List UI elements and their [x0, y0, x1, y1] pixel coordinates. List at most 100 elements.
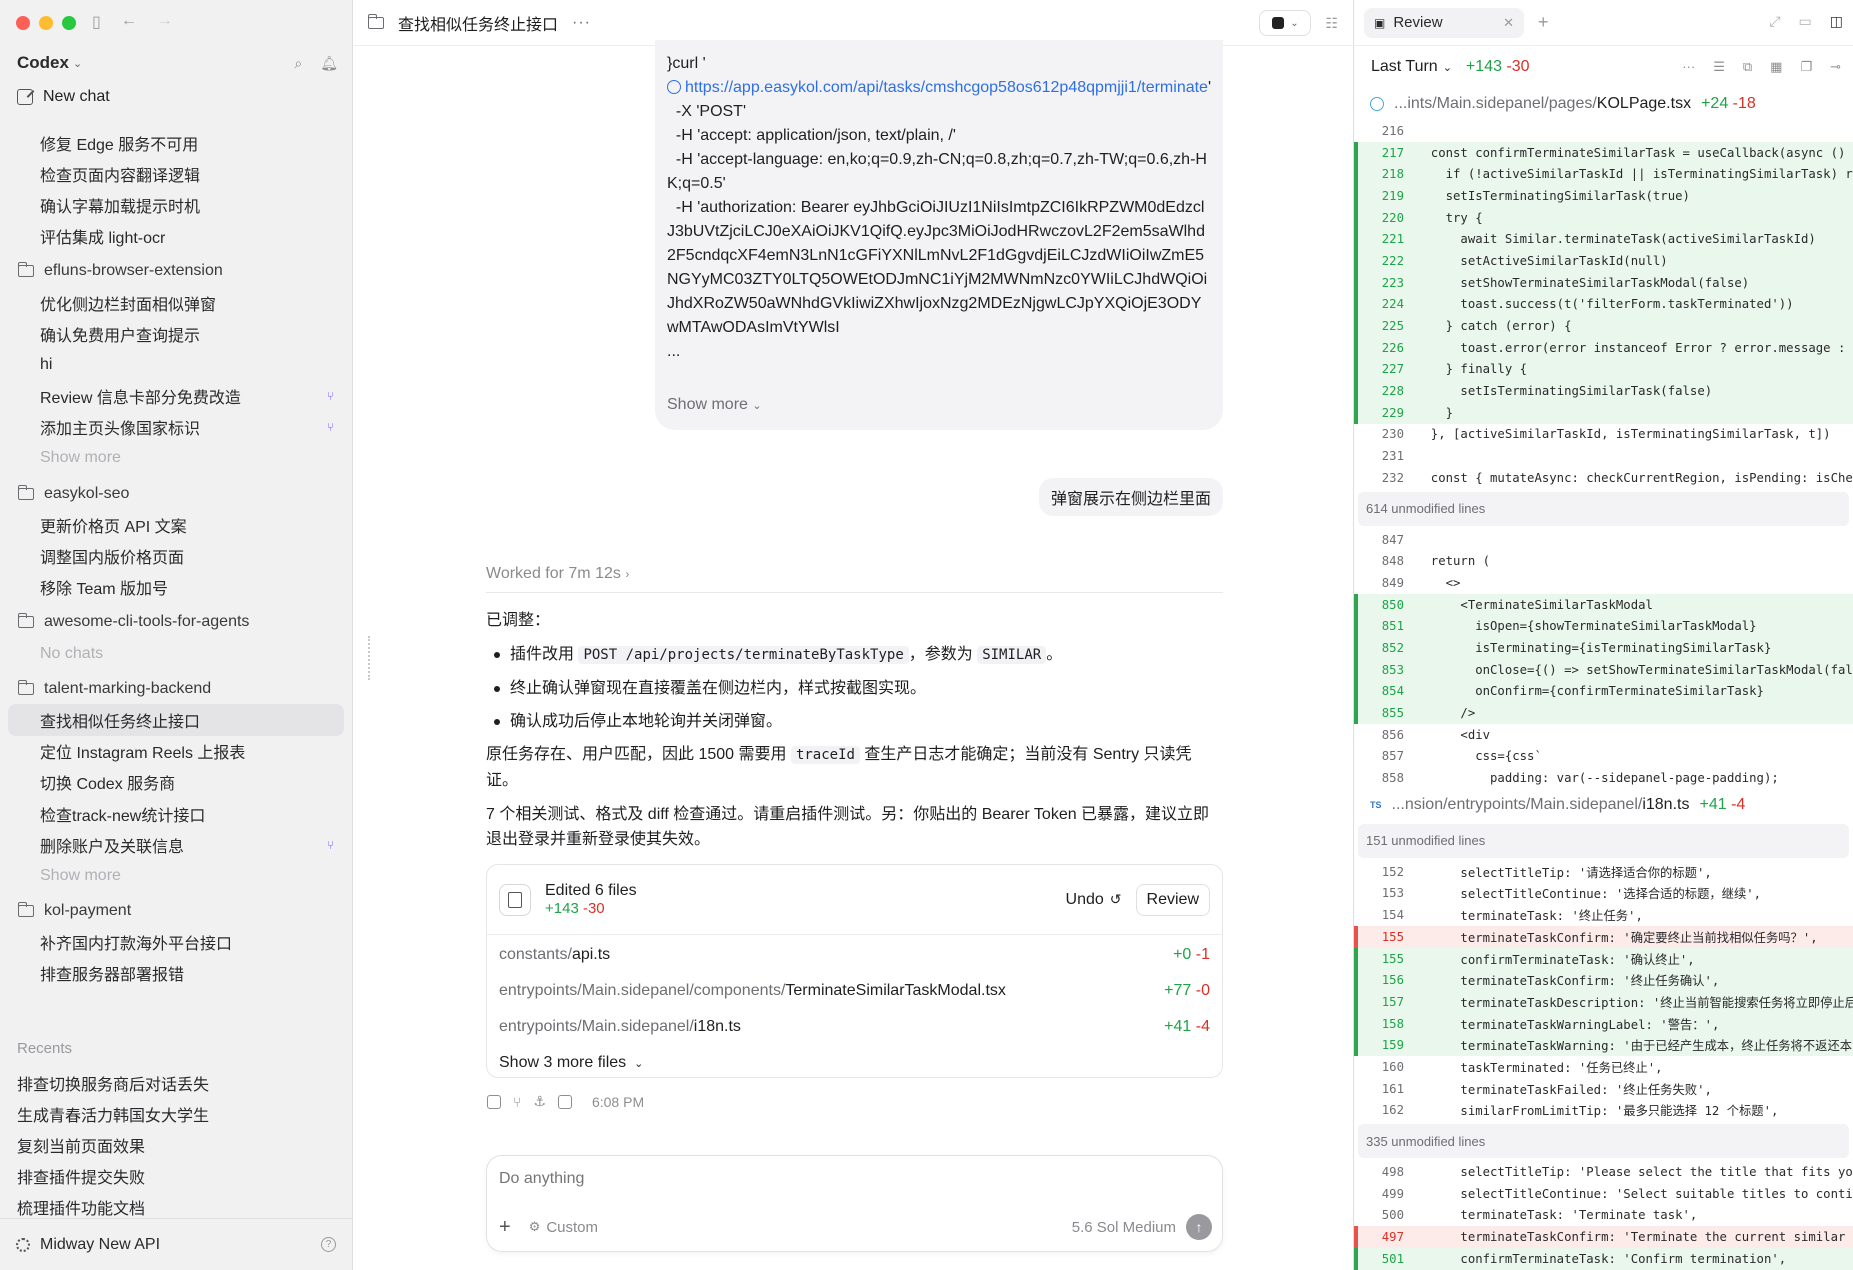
terminal-icon[interactable]: ▭	[1799, 13, 1812, 30]
thread-item[interactable]: 查找相似任务终止接口	[8, 704, 344, 736]
thread-item[interactable]: 确认免费用户查询提示	[8, 318, 344, 349]
minimize-window-button[interactable]	[39, 16, 53, 30]
app-title[interactable]: Codex	[17, 53, 69, 73]
lines-added: +24	[1701, 95, 1729, 112]
thread-item[interactable]: 检查track-new统计接口	[8, 798, 344, 829]
api-link[interactable]: https://app.easykol.com/api/tasks/cmshcg…	[685, 79, 1208, 96]
thread-item[interactable]: 评估集成 light-ocr	[8, 221, 344, 252]
worked-for-toggle[interactable]: Worked for 7m 12s ›	[486, 565, 629, 583]
project-folder[interactable]: kol-payment	[8, 896, 344, 927]
show-more-button[interactable]: Show more ⌄	[667, 393, 762, 418]
file-stats: +0 -1	[1173, 946, 1210, 964]
diff-line: 217 const confirmTerminateSimilarTask = …	[1354, 141, 1853, 164]
recent-item[interactable]: 复刻当前页面效果	[8, 1129, 344, 1160]
copy-icon[interactable]: ❐	[1800, 59, 1812, 75]
thread-label: 查找相似任务终止接口	[40, 713, 201, 731]
edited-file-row[interactable]: entrypoints/Main.sidepanel/components/Te…	[487, 973, 1222, 1009]
thread-label: 更新价格页 API 文案	[40, 518, 187, 536]
anchor-icon[interactable]: ⚓︎	[533, 1093, 546, 1110]
code-text: confirmTerminateTask: '确认终止',	[1416, 952, 1695, 967]
sidebar-toggle-icon[interactable]: ▯	[92, 12, 101, 32]
project-folder[interactable]: efluns-browser-extension	[8, 256, 344, 287]
more-options-icon[interactable]: ···	[572, 14, 591, 32]
line-number: 155	[1381, 929, 1404, 944]
thread-item[interactable]: 检查页面内容翻译逻辑	[8, 158, 344, 189]
line-number: 217	[1381, 145, 1404, 160]
project-name: efluns-browser-extension	[44, 262, 223, 280]
unmodified-lines-expander[interactable]: 335 unmodified lines	[1358, 1124, 1849, 1159]
open-in-app-button[interactable]: ⌄	[1259, 10, 1312, 36]
edited-file-row[interactable]: constants/api.ts +0 -1	[487, 937, 1222, 973]
thread-item[interactable]: 更新价格页 API 文案	[8, 509, 344, 540]
lines-added: +77	[1164, 982, 1192, 999]
close-window-button[interactable]	[16, 16, 30, 30]
diff-file-header[interactable]: TS ...nsion/entrypoints/Main.sidepanel/i…	[1354, 789, 1853, 821]
undo-button[interactable]: Undo ↺	[1066, 891, 1122, 909]
edited-file-row[interactable]: entrypoints/Main.sidepanel/i18n.ts +41 -4	[487, 1009, 1222, 1045]
bell-icon[interactable]: 🔔︎	[320, 55, 338, 72]
show-more-button[interactable]: Show more	[8, 443, 344, 474]
review-button[interactable]: Review	[1135, 883, 1210, 916]
thread-item[interactable]: 优化侧边栏封面相似弹窗	[8, 287, 344, 318]
add-tab-icon[interactable]: +	[1538, 12, 1549, 33]
search-icon[interactable]: ⌕	[294, 55, 302, 72]
close-icon[interactable]: ✕	[1503, 15, 1514, 31]
thread-item[interactable]: 补齐国内打款海外平台接口	[8, 927, 344, 958]
diff-file-header[interactable]: ...ints/Main.sidepanel/pages/KOLPage.tsx…	[1354, 88, 1853, 120]
recent-item[interactable]: 排查切换服务商后对话丢失	[8, 1067, 344, 1098]
forward-arrow-icon[interactable]: →	[157, 12, 173, 32]
diff-icon[interactable]	[557, 1094, 572, 1109]
split-panel-icon[interactable]: ◫	[1830, 13, 1843, 30]
unmodified-lines-expander[interactable]: 614 unmodified lines	[1358, 491, 1849, 526]
fork-icon[interactable]: ⑂	[513, 1094, 521, 1110]
line-number: 153	[1381, 886, 1404, 901]
thread-item[interactable]: 排查服务器部署报错	[8, 958, 344, 989]
toggle-panel-icon[interactable]: ☷	[1325, 15, 1338, 32]
prompt-input[interactable]	[499, 1170, 1099, 1188]
project-folder[interactable]: easykol-seo	[8, 478, 344, 509]
list-view-icon[interactable]: ☰	[1713, 59, 1725, 75]
thread-item[interactable]: 调整国内版价格页面	[8, 540, 344, 571]
expand-icon[interactable]: ⤢	[1769, 13, 1780, 30]
send-button[interactable]: ↑	[1186, 1214, 1212, 1240]
code-text: terminateTaskConfirm: 'Terminate the cur…	[1416, 1230, 1846, 1245]
thread-item[interactable]: 添加主页头像国家标识 ⑂	[8, 412, 344, 443]
project-folder[interactable]: talent-marking-backend	[8, 673, 344, 704]
help-icon[interactable]: ?	[321, 1237, 336, 1252]
back-arrow-icon[interactable]: ←	[121, 12, 137, 32]
more-options-icon[interactable]: ···	[1682, 59, 1695, 75]
image-icon[interactable]: ▦	[1770, 59, 1782, 75]
account-footer[interactable]: Midway New API ?	[0, 1218, 352, 1270]
thread-item[interactable]: 确认字幕加载提示时机	[8, 189, 344, 220]
file-dir: constants/	[499, 946, 572, 963]
thread-item[interactable]: 移除 Team 版加号	[8, 572, 344, 603]
thread-item[interactable]: 修复 Edge 服务不可用	[8, 127, 344, 158]
commit-icon[interactable]: ⊸	[1830, 59, 1841, 75]
model-selector[interactable]: 5.6 Sol Medium	[1072, 1219, 1176, 1236]
project-folder[interactable]: awesome-cli-tools-for-agents	[8, 607, 344, 638]
zoom-window-button[interactable]	[62, 16, 76, 30]
show-more-button[interactable]: Show more	[8, 860, 344, 891]
lines-removed: -4	[1195, 1018, 1210, 1035]
unmodified-lines-expander[interactable]: 151 unmodified lines	[1358, 823, 1849, 858]
turn-selector[interactable]: Last Turn ⌄	[1371, 58, 1452, 76]
file-stats: +41 -4	[1164, 1018, 1210, 1036]
copy-icon[interactable]	[487, 1094, 501, 1109]
recent-item[interactable]: 生成青春活力韩国女大学生	[8, 1098, 344, 1129]
add-attachment-button[interactable]: +	[499, 1216, 511, 1239]
tab-review[interactable]: ▣ Review ✕	[1364, 7, 1524, 38]
line-number: 497	[1381, 1230, 1404, 1245]
thread-item[interactable]: hi	[8, 349, 344, 380]
thread-item[interactable]: 切换 Codex 服务商	[8, 767, 344, 798]
thread-item[interactable]: 删除账户及关联信息 ⑂	[8, 829, 344, 860]
thread-item[interactable]: 定位 Instagram Reels 上报表	[8, 736, 344, 767]
thread-item[interactable]: Review 信息卡部分免费改造 ⑂	[8, 381, 344, 412]
permission-mode-selector[interactable]: ⚙︎ Custom	[529, 1219, 598, 1236]
new-chat-button[interactable]: New chat	[17, 88, 110, 106]
open-file-icon[interactable]: ⧉	[1743, 59, 1752, 75]
recent-item[interactable]: 排查插件提交失败	[8, 1161, 344, 1192]
folder-icon	[17, 613, 34, 629]
resize-handle[interactable]	[368, 636, 378, 680]
show-more-files-button[interactable]: Show 3 more files ⌄	[487, 1045, 1222, 1081]
chevron-down-icon[interactable]: ⌄	[73, 57, 82, 70]
